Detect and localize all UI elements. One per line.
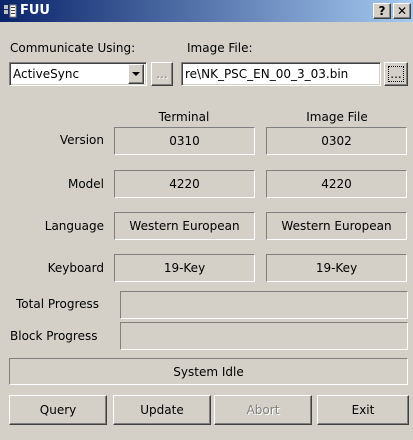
image-keyboard-field: 19-Key — [266, 254, 407, 282]
image-file-browse-button[interactable]: ... — [384, 62, 408, 86]
chevron-down-icon — [132, 71, 140, 76]
terminal-column-header: Terminal — [158, 110, 210, 124]
image-model-field: 4220 — [266, 170, 407, 198]
connection-browse-button[interactable]: ... — [151, 62, 173, 86]
terminal-keyboard-field: 19-Key — [114, 254, 255, 282]
help-button[interactable]: ? — [373, 3, 391, 19]
status-bar: System Idle — [9, 358, 408, 385]
window-title: FUU — [20, 3, 50, 18]
total-progress-bar — [120, 291, 408, 319]
terminal-version-field: 0310 — [114, 127, 255, 155]
app-icon — [4, 4, 17, 18]
image-file-input[interactable]: re\NK_PSC_EN_00_3_03.bin — [181, 62, 381, 86]
keyboard-label: Keyboard — [47, 261, 104, 275]
model-label: Model — [67, 177, 104, 191]
communicate-using-label: Communicate Using: — [10, 41, 136, 55]
query-button[interactable]: Query — [9, 395, 107, 425]
total-progress-label: Total Progress — [16, 297, 100, 311]
title-bar: FUU ? ✕ — [0, 0, 413, 22]
communicate-using-select[interactable]: ActiveSync — [9, 62, 147, 86]
image-language-field: Western European — [266, 212, 407, 240]
update-button[interactable]: Update — [113, 395, 211, 425]
image-file-path: re\NK_PSC_EN_00_3_03.bin — [185, 67, 349, 81]
image-file-label: Image File: — [187, 41, 253, 55]
terminal-model-field: 4220 — [114, 170, 255, 198]
language-label: Language — [44, 219, 104, 233]
exit-button[interactable]: Exit — [317, 395, 409, 425]
close-button[interactable]: ✕ — [393, 3, 411, 19]
communicate-using-value: ActiveSync — [13, 67, 80, 81]
block-progress-bar — [120, 322, 408, 350]
terminal-language-field: Western European — [114, 212, 255, 240]
dropdown-arrow-button[interactable] — [128, 64, 144, 84]
version-label: Version — [59, 133, 104, 147]
abort-button[interactable]: Abort — [214, 395, 312, 425]
image-file-column-header: Image File — [306, 110, 368, 124]
block-progress-label: Block Progress — [10, 329, 98, 343]
image-version-field: 0302 — [266, 127, 407, 155]
